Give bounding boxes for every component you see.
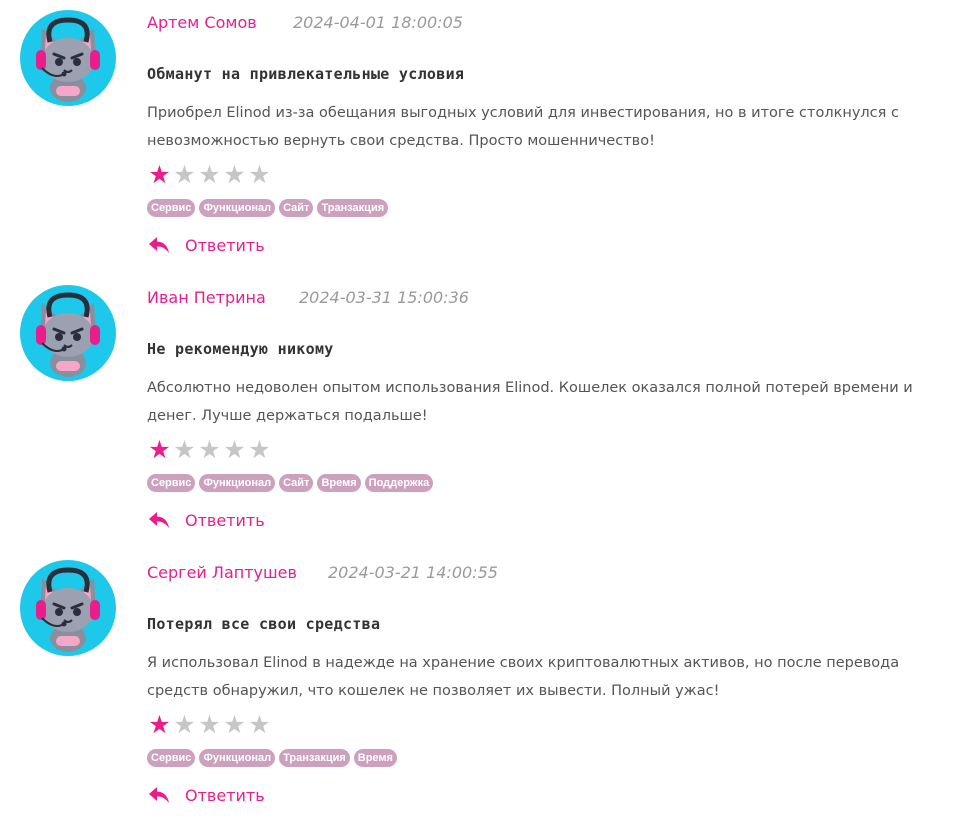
reply-button[interactable]: Ответить (147, 232, 265, 258)
rating-stars: ★ ★ ★ ★ ★ (147, 162, 272, 188)
star-empty-icon: ★ (198, 710, 221, 739)
cat-gamer-avatar-icon (36, 292, 100, 377)
tag[interactable]: Транзакция (279, 749, 350, 767)
review-text: Приобрел Elinod из-за обещания выгодных … (147, 105, 899, 149)
rating-stars: ★ ★ ★ ★ ★ (147, 437, 272, 463)
tag-list: Сервис Функционал Сайт Время Поддержка (147, 474, 434, 492)
tag[interactable]: Транзакция (317, 199, 389, 217)
star-filled-icon: ★ (148, 435, 171, 464)
review-date: 2024-04-01 18:00:05 (293, 13, 463, 32)
author-name[interactable]: Артем Сомов (147, 13, 257, 32)
tag[interactable]: Функционал (199, 749, 276, 767)
tag[interactable]: Сайт (279, 474, 314, 492)
star-filled-icon: ★ (148, 710, 171, 739)
star-empty-icon: ★ (198, 160, 221, 189)
tag[interactable]: Время (317, 474, 361, 492)
review-date: 2024-03-21 14:00:55 (328, 563, 498, 582)
review-title: Потерял все свои средства (147, 615, 381, 633)
author-name[interactable]: Сергей Лаптушев (147, 563, 297, 582)
star-empty-icon: ★ (248, 160, 271, 189)
star-empty-icon: ★ (223, 160, 246, 189)
star-empty-icon: ★ (223, 435, 246, 464)
tag[interactable]: Время (353, 749, 397, 767)
reply-arrow-icon (149, 787, 169, 803)
avatar (20, 10, 116, 106)
reply-label: Ответить (185, 510, 265, 530)
reply-arrow-icon (149, 512, 169, 528)
avatar (20, 560, 116, 656)
star-empty-icon: ★ (173, 710, 196, 739)
avatar (20, 285, 116, 381)
review-text: Абсолютно недоволен опытом использования… (147, 380, 913, 424)
tag[interactable]: Сайт (279, 199, 314, 217)
reply-label: Ответить (185, 785, 265, 805)
tag-list: Сервис Функционал Сайт Транзакция (147, 199, 389, 217)
tag[interactable]: Сервис (147, 749, 196, 767)
reply-button[interactable]: Ответить (147, 507, 265, 533)
star-empty-icon: ★ (248, 435, 271, 464)
tag[interactable]: Функционал (199, 474, 276, 492)
star-empty-icon: ★ (173, 435, 196, 464)
star-empty-icon: ★ (223, 710, 246, 739)
review-date: 2024-03-31 15:00:36 (299, 288, 469, 307)
review-item: Артем Сомов 2024-04-01 18:00:05 Обманут … (0, 0, 956, 275)
star-filled-icon: ★ (148, 160, 171, 189)
reply-arrow-icon (149, 237, 169, 253)
cat-gamer-avatar-icon (36, 17, 100, 102)
star-empty-icon: ★ (198, 435, 221, 464)
star-empty-icon: ★ (248, 710, 271, 739)
rating-stars: ★ ★ ★ ★ ★ (147, 712, 272, 738)
tag[interactable]: Функционал (199, 199, 276, 217)
tag[interactable]: Сервис (147, 199, 196, 217)
star-empty-icon: ★ (173, 160, 196, 189)
reply-button[interactable]: Ответить (147, 782, 265, 808)
review-item: Сергей Лаптушев 2024-03-21 14:00:55 Поте… (0, 550, 956, 825)
review-text: Я использовал Elinod в надежде на хранен… (147, 655, 900, 699)
review-title: Не рекомендую никому (147, 340, 334, 358)
cat-gamer-avatar-icon (36, 567, 100, 652)
review-title: Обманут на привлекательные условия (147, 65, 465, 83)
review-item: Иван Петрина 2024-03-31 15:00:36 Не реко… (0, 275, 956, 550)
tag[interactable]: Поддержка (364, 474, 434, 492)
author-name[interactable]: Иван Петрина (147, 288, 266, 307)
tag-list: Сервис Функционал Транзакция Время (147, 749, 397, 767)
reply-label: Ответить (185, 235, 265, 255)
tag[interactable]: Сервис (147, 474, 196, 492)
